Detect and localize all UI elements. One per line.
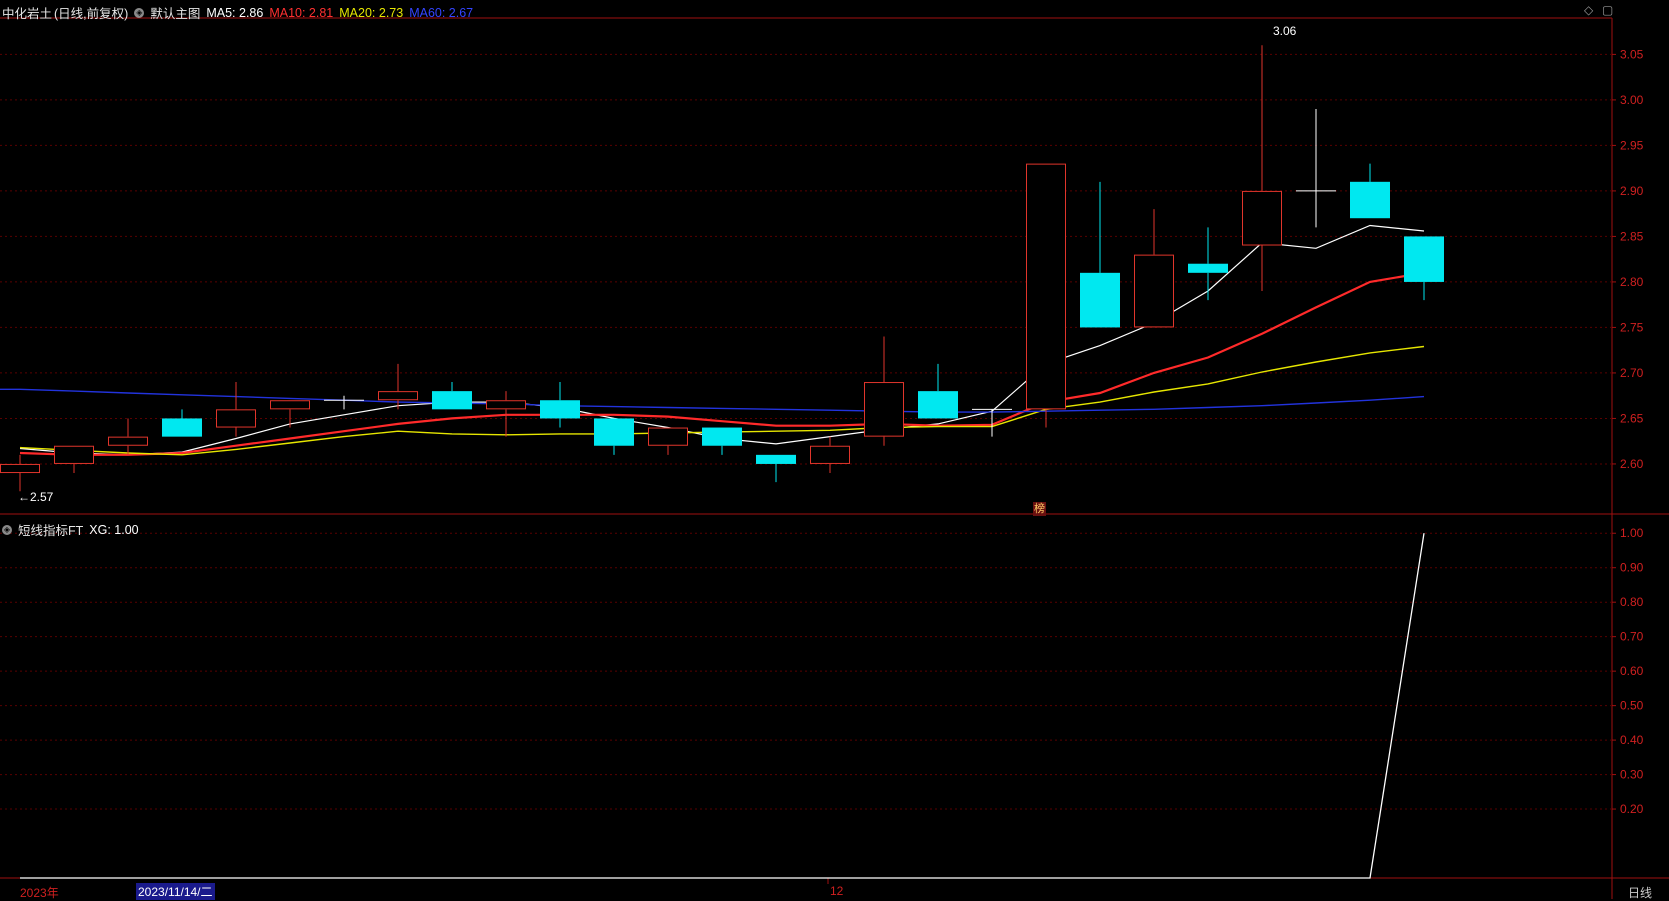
candle [54, 445, 94, 474]
price-tick-label: 2.95 [1620, 138, 1644, 152]
settings-circle-icon[interactable]: ◈ [2, 524, 12, 535]
candle [756, 454, 796, 483]
main-chart-header: 中化岩土 (日线,前复权) ◈ 默认主图 MA5: 2.86 MA10: 2.8… [2, 3, 473, 22]
candle [648, 427, 688, 455]
candle [594, 418, 634, 455]
indicator-tick-label: 0.40 [1620, 733, 1644, 747]
ma10-value: MA10: 2.81 [269, 5, 334, 20]
stock-name[interactable]: 中化岩土 [2, 3, 52, 22]
sub-chart-header: ◈ 短线指标FT XG: 1.00 [2, 520, 139, 539]
candle-body [918, 391, 958, 419]
diamond-icon[interactable]: ◇ [1584, 3, 1593, 17]
indicator-tick-label: 0.60 [1620, 664, 1644, 678]
candle-body [54, 445, 94, 464]
candle [1080, 181, 1120, 328]
candle [1188, 227, 1228, 301]
ranking-badge[interactable]: 榜 [1033, 502, 1046, 516]
template-name[interactable]: 默认主图 [150, 3, 200, 22]
indicator-name[interactable]: 短线指标FT [18, 520, 83, 539]
ma-line-ma60 [0, 388, 1425, 413]
window-icon[interactable]: ▢ [1602, 3, 1613, 17]
candle [0, 454, 40, 492]
candle [972, 408, 1012, 437]
candle [1296, 109, 1336, 228]
candle-body [1350, 181, 1390, 219]
candle [810, 436, 850, 474]
candle [1404, 236, 1444, 301]
candle [702, 427, 742, 455]
ma60-value: MA60: 2.67 [409, 5, 474, 20]
indicator-tick-label: 0.90 [1620, 561, 1644, 575]
candle-body [1080, 272, 1120, 328]
candle [864, 336, 904, 446]
candle [216, 382, 256, 437]
candle-body [1242, 190, 1282, 246]
candle-body [1026, 163, 1066, 410]
indicator-tick-label: 0.30 [1620, 768, 1644, 782]
price-tick-label: 2.60 [1620, 457, 1644, 471]
candle [1026, 163, 1066, 428]
candle [324, 395, 364, 410]
price-tick-label: 2.90 [1620, 184, 1644, 198]
xg-value: XG: 1.00 [89, 522, 139, 537]
candle [162, 409, 202, 437]
ma5-value: MA5: 2.86 [206, 5, 264, 20]
candle-body [216, 409, 256, 428]
candle [270, 400, 310, 428]
candle-body [378, 391, 418, 401]
candle-body [432, 391, 472, 410]
candle-body [864, 382, 904, 437]
adjust-mode[interactable]: (日线,前复权) [54, 3, 128, 22]
cursor-date: 2023/11/14/二 [136, 883, 215, 900]
price-tick-label: 3.05 [1620, 47, 1644, 61]
candle-body [1188, 263, 1228, 273]
price-tick-label: 2.80 [1620, 275, 1644, 289]
year-label: 2023年 [20, 886, 59, 900]
indicator-tick-label: 1.00 [1620, 526, 1644, 540]
high-annotation: 3.06 [1273, 24, 1297, 38]
price-tick-label: 2.75 [1620, 320, 1644, 334]
candle-body [270, 400, 310, 410]
ma20-value: MA20: 2.73 [339, 5, 404, 20]
candle [918, 363, 958, 419]
candle-body [648, 427, 688, 446]
chart-canvas[interactable]: 2.60 2.65 2.70 2.75 2.80 2.85 2.90 2.95 3.00 3.05… [0, 0, 1669, 899]
candle-body [810, 445, 850, 464]
candle [1242, 45, 1282, 292]
candle-body [702, 427, 742, 446]
low-annotation: ←2.57 [18, 490, 54, 504]
candle [1350, 163, 1390, 219]
candle-body [540, 400, 580, 419]
candle-body [486, 400, 526, 410]
indicator-tick-label: 0.20 [1620, 802, 1644, 816]
candle [1134, 209, 1174, 328]
indicator-tick-label: 0.50 [1620, 699, 1644, 713]
price-tick-label: 2.70 [1620, 366, 1644, 380]
candle-body [108, 436, 148, 446]
candle-body [756, 454, 796, 464]
candle [432, 382, 472, 410]
period-tab[interactable]: 日线 [1628, 884, 1652, 901]
month-label: 12 [830, 884, 844, 898]
indicator-tick-label: 0.80 [1620, 595, 1644, 609]
price-tick-label: 2.65 [1620, 411, 1644, 425]
settings-circle-icon[interactable]: ◈ [134, 7, 145, 18]
candle [540, 382, 580, 428]
indicator-tick-label: 0.70 [1620, 630, 1644, 644]
price-tick-label: 2.85 [1620, 229, 1644, 243]
price-tick-label: 3.00 [1620, 93, 1644, 107]
candle-body [0, 463, 40, 474]
candle-body [594, 418, 634, 446]
candle [108, 418, 148, 455]
candle-body [162, 418, 202, 437]
candle-body [1404, 236, 1444, 282]
candle-body [1134, 254, 1174, 328]
